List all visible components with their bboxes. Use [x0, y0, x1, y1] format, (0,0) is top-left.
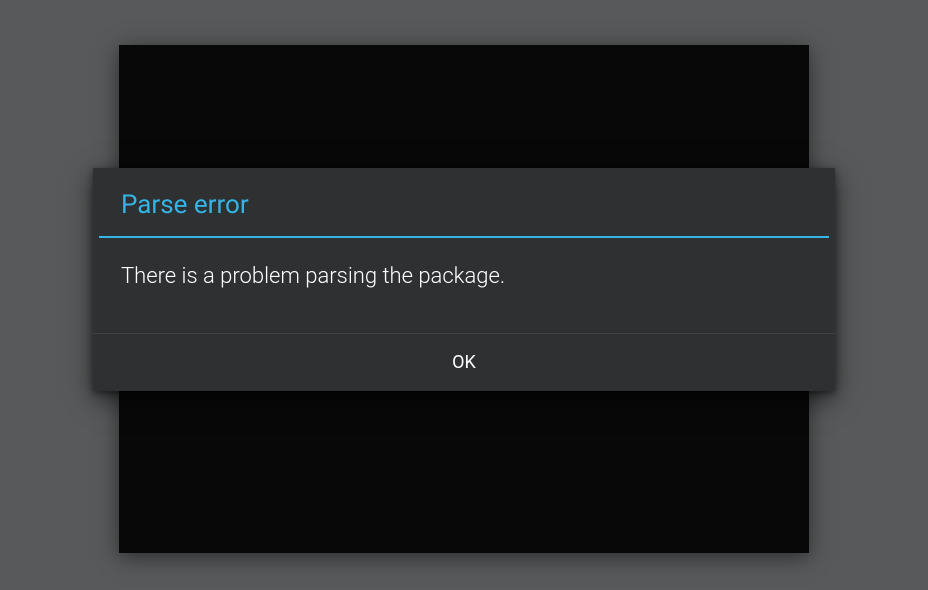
dialog-message: There is a problem parsing the package.	[93, 238, 835, 333]
ok-button[interactable]: OK	[93, 334, 835, 391]
dialog-title: Parse error	[93, 168, 835, 236]
dialog-button-bar: OK	[93, 333, 835, 391]
parse-error-dialog: Parse error There is a problem parsing t…	[93, 168, 835, 391]
